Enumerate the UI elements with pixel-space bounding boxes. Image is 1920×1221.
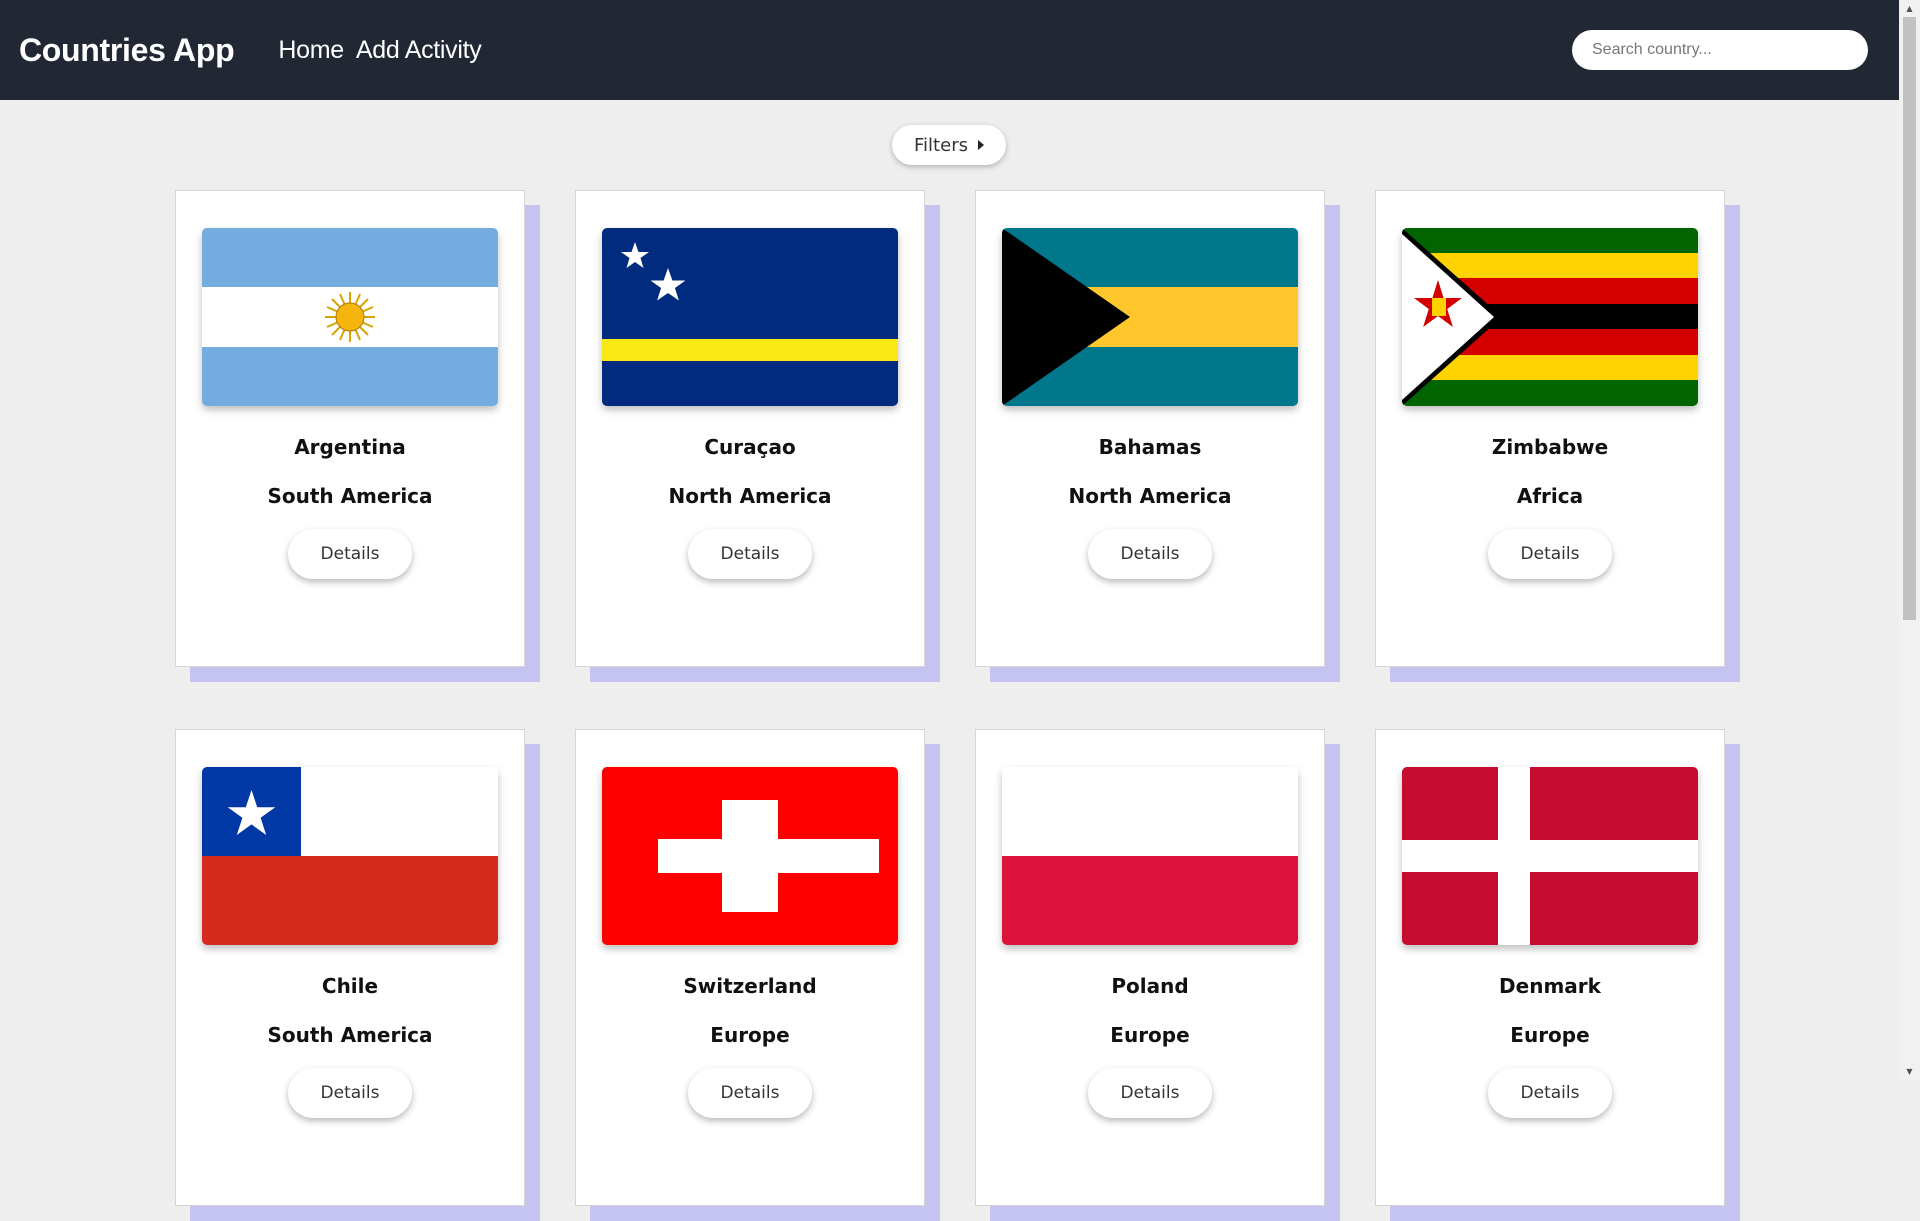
continent-name: Africa xyxy=(1516,484,1584,508)
details-button[interactable]: Details xyxy=(288,529,412,579)
card-body: Chile South America Details xyxy=(175,729,525,1206)
details-button[interactable]: Details xyxy=(1088,1068,1212,1118)
details-button[interactable]: Details xyxy=(1088,529,1212,579)
flag-denmark xyxy=(1402,767,1698,945)
search-input[interactable] xyxy=(1590,40,1854,60)
details-button[interactable]: Details xyxy=(288,1068,412,1118)
continent-name: North America xyxy=(1068,484,1232,508)
country-name: Chile xyxy=(321,974,379,998)
nav-link-add-activity[interactable]: Add Activity xyxy=(356,36,482,65)
country-card: Argentina South America Details xyxy=(175,190,540,682)
continent-name: Europe xyxy=(710,1023,790,1047)
country-name: Argentina xyxy=(294,435,406,459)
flag-argentina xyxy=(202,228,498,406)
app-brand[interactable]: Countries App xyxy=(19,32,235,69)
scroll-thumb[interactable] xyxy=(1903,17,1916,620)
country-name: Switzerland xyxy=(683,974,817,998)
country-name: Zimbabwe xyxy=(1491,435,1609,459)
country-name: Denmark xyxy=(1499,974,1601,998)
flag-bahamas xyxy=(1002,228,1298,406)
details-button[interactable]: Details xyxy=(1488,529,1612,579)
search-box[interactable] xyxy=(1572,30,1868,70)
country-card: Chile South America Details xyxy=(175,729,540,1221)
country-name: Curaçao xyxy=(704,435,796,459)
details-button[interactable]: Details xyxy=(688,529,812,579)
continent-name: North America xyxy=(668,484,832,508)
scroll-down-arrow-icon[interactable]: ▼ xyxy=(1899,1063,1920,1080)
caret-right-icon xyxy=(977,140,984,150)
flag-chile xyxy=(202,767,498,945)
card-body: Curaçao North America Details xyxy=(575,190,925,667)
country-card: Switzerland Europe Details xyxy=(575,729,940,1221)
country-card: Curaçao North America Details xyxy=(575,190,940,682)
continent-name: Europe xyxy=(1110,1023,1190,1047)
card-body: Poland Europe Details xyxy=(975,729,1325,1206)
continent-name: Europe xyxy=(1510,1023,1590,1047)
country-card: Zimbabwe Africa Details xyxy=(1375,190,1740,682)
card-body: Argentina South America Details xyxy=(175,190,525,667)
country-name: Poland xyxy=(1111,974,1189,998)
scroll-up-arrow-icon[interactable]: ▲ xyxy=(1899,0,1920,17)
country-card: Bahamas North America Details xyxy=(975,190,1340,682)
country-card: Denmark Europe Details xyxy=(1375,729,1740,1221)
vertical-scrollbar[interactable]: ▲ ▼ xyxy=(1899,0,1920,1080)
card-body: Zimbabwe Africa Details xyxy=(1375,190,1725,667)
flag-poland xyxy=(1002,767,1298,945)
filters-button[interactable]: Filters xyxy=(892,125,1006,165)
continent-name: South America xyxy=(267,1023,433,1047)
country-card: Poland Europe Details xyxy=(975,729,1340,1221)
nav-link-home[interactable]: Home xyxy=(278,36,344,65)
continent-name: South America xyxy=(267,484,433,508)
details-button[interactable]: Details xyxy=(1488,1068,1612,1118)
filters-label: Filters xyxy=(914,134,968,156)
card-body: Bahamas North America Details xyxy=(975,190,1325,667)
flag-zimbabwe xyxy=(1402,228,1698,406)
details-button[interactable]: Details xyxy=(688,1068,812,1118)
top-navbar: Countries App Home Add Activity xyxy=(0,0,1899,100)
card-body: Switzerland Europe Details xyxy=(575,729,925,1206)
flag-switzerland xyxy=(602,767,898,945)
country-name: Bahamas xyxy=(1098,435,1202,459)
card-body: Denmark Europe Details xyxy=(1375,729,1725,1206)
flag-curacao xyxy=(602,228,898,406)
